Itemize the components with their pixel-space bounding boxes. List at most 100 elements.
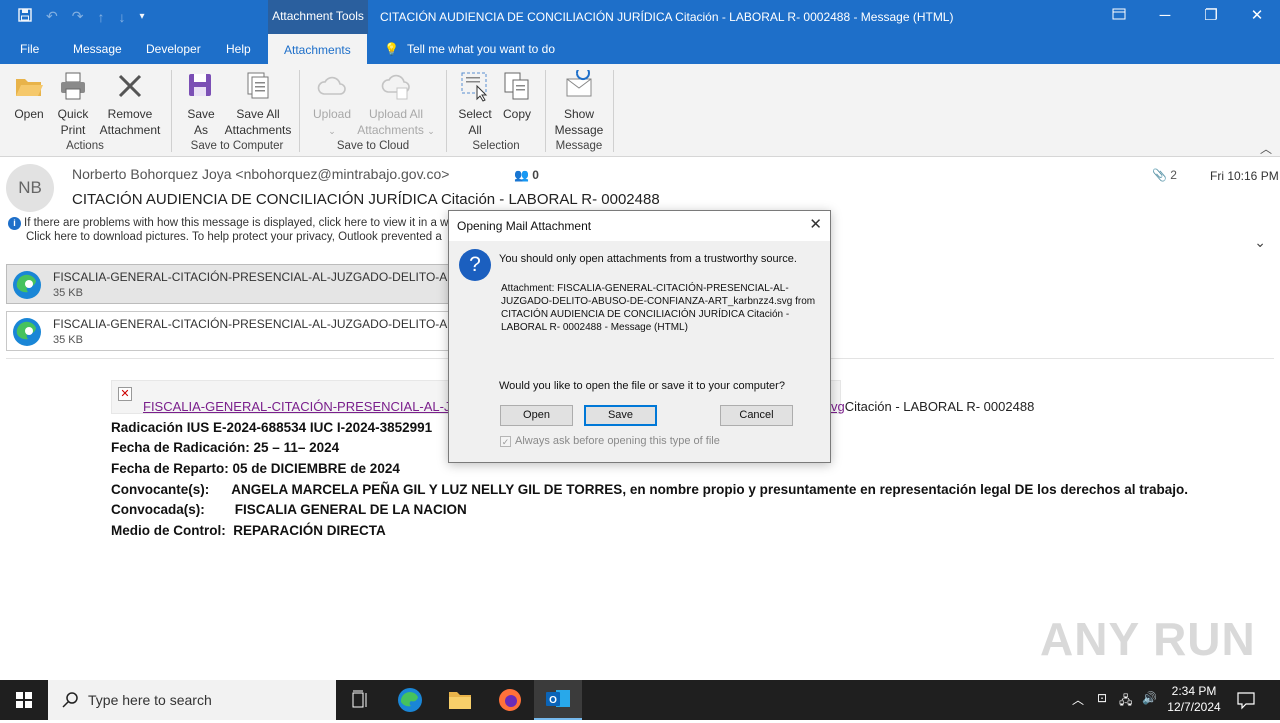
tell-me-box[interactable]: 💡 Tell me what you want to do: [384, 34, 555, 64]
save-as-icon: [189, 74, 211, 96]
notification-icon[interactable]: [1236, 690, 1256, 713]
people-count: 0: [532, 168, 539, 182]
meet-now-icon[interactable]: ⊡: [1097, 691, 1107, 705]
taskbar-firefox[interactable]: [486, 680, 534, 720]
attachment-item[interactable]: FISCALIA-GENERAL-CITACIÓN-PRESENCIAL-AL-…: [6, 264, 456, 304]
task-view-button[interactable]: [336, 680, 384, 720]
body-line-fecha-radicacion: Fecha de Radicación: 25 – 11– 2024: [111, 440, 340, 455]
dialog-attachment-info: Attachment: FISCALIA-GENERAL-CITACIÓN-PR…: [501, 283, 816, 333]
taskbar-outlook[interactable]: O: [534, 680, 582, 720]
windows-icon: [16, 692, 32, 708]
remove-label-2: Attachment: [99, 123, 161, 137]
upload-button[interactable]: Upload ⌄: [310, 70, 354, 139]
open-label: Open: [14, 107, 44, 121]
folder-icon: [449, 692, 471, 709]
attachment-name: FISCALIA-GENERAL-CITACIÓN-PRESENCIAL-AL-…: [53, 317, 453, 331]
open-button[interactable]: Open: [10, 70, 48, 122]
expand-header-icon[interactable]: ⌄: [1254, 234, 1266, 251]
chevron-up-icon[interactable]: ︿: [1072, 691, 1084, 708]
select-all-label-1: Select: [458, 107, 492, 121]
taskbar-search[interactable]: Type here to search: [48, 680, 336, 720]
attachment-item[interactable]: FISCALIA-GENERAL-CITACIÓN-PRESENCIAL-AL-…: [6, 311, 456, 351]
show-message-button[interactable]: Show Message: [554, 70, 604, 138]
always-ask-label: Always ask before opening this type of f…: [515, 435, 720, 447]
clock[interactable]: 2:34 PM 12/7/2024: [1162, 683, 1226, 715]
message-date: Fri 10:16 PM: [1210, 169, 1279, 183]
down-icon[interactable]: ↓: [118, 9, 125, 25]
task-view-icon: [352, 690, 367, 708]
select-all-button[interactable]: Select All: [456, 70, 494, 138]
customize-icon[interactable]: ▾: [139, 11, 144, 22]
save-all-attachments-button[interactable]: Save All Attachments: [222, 70, 294, 138]
group-message-label: Message: [555, 140, 603, 152]
attachment-link[interactable]: FISCALIA-GENERAL-CITACIÓN-PRESENCIAL-AL-…: [143, 399, 450, 414]
copy-button[interactable]: Copy: [499, 70, 535, 122]
taskbar-file-explorer[interactable]: [436, 680, 484, 720]
redo-icon[interactable]: ↷: [72, 8, 84, 25]
upload-all-label-1: Upload All: [368, 107, 424, 121]
printer-icon: [61, 72, 85, 100]
maximize-icon[interactable]: ❐: [1188, 0, 1234, 34]
save-as-label-2: As: [193, 123, 208, 137]
folder-open-icon: [16, 79, 43, 96]
network-icon[interactable]: 🖧: [1119, 691, 1132, 712]
ribbon: Open Quick Print Remove Attachment Actio…: [0, 64, 1280, 157]
chevron-down-icon: ⌄: [328, 126, 336, 136]
group-separator: [613, 70, 614, 152]
remove-attachment-button[interactable]: Remove Attachment: [97, 70, 163, 138]
minimize-icon[interactable]: ─: [1142, 0, 1188, 34]
info-line-2: Click here to download pictures. To help…: [26, 231, 442, 243]
always-ask-checkbox[interactable]: ✓ Always ask before opening this type of …: [500, 435, 720, 447]
tab-attachments[interactable]: Attachments: [268, 34, 367, 64]
link-tail-underlined[interactable]: vg: [831, 399, 845, 414]
undo-icon[interactable]: ↶: [46, 8, 58, 25]
dialog-question: Would you like to open the file or save …: [499, 380, 785, 392]
up-icon[interactable]: ↑: [97, 9, 104, 25]
group-separator: [446, 70, 447, 152]
quick-print-label-1: Quick: [57, 107, 89, 121]
edge-icon: [13, 318, 41, 346]
close-icon[interactable]: ✕: [1234, 0, 1280, 34]
start-button[interactable]: [0, 680, 48, 720]
body-line-convocada: Convocada(s): FISCALIA GENERAL DE LA NAC…: [111, 502, 467, 517]
cloud-upload-all-icon: [381, 74, 410, 100]
people-icon: 👥: [514, 168, 529, 182]
save-icon[interactable]: [18, 8, 32, 25]
save-as-button[interactable]: Save As: [182, 70, 220, 138]
remove-x-icon: [118, 74, 142, 98]
dialog-close-icon[interactable]: ✕: [809, 215, 822, 233]
outlook-icon: O: [546, 690, 570, 707]
show-message-label-2: Message: [554, 123, 604, 137]
save-all-label-1: Save All: [236, 107, 280, 121]
opening-attachment-dialog: Opening Mail Attachment ✕ ? You should o…: [448, 210, 831, 463]
group-separator: [171, 70, 172, 152]
tab-file[interactable]: File: [20, 34, 39, 64]
dialog-open-button[interactable]: Open: [500, 405, 573, 426]
tab-developer[interactable]: Developer: [146, 34, 201, 64]
search-placeholder: Type here to search: [88, 692, 212, 708]
collapse-ribbon-icon[interactable]: ︿: [1260, 140, 1272, 157]
people-indicator[interactable]: 👥 0: [514, 168, 539, 182]
save-all-label-2: Attachments: [224, 123, 292, 137]
info-bar[interactable]: i If there are problems with how this mes…: [8, 216, 448, 244]
dialog-save-button[interactable]: Save: [584, 405, 657, 426]
edge-icon: [398, 688, 422, 712]
title-bar: ↶ ↷ ↑ ↓ ▾ Attachment Tools CITACIÓN AUDI…: [0, 0, 1280, 34]
ribbon-display-icon[interactable]: [1096, 0, 1142, 34]
tab-help[interactable]: Help: [226, 34, 251, 64]
body-line-radicacion: Radicación IUS E-2024-688534 IUC I-2024-…: [111, 420, 433, 435]
info-line-1: If there are problems with how this mess…: [24, 217, 449, 229]
window-controls: ─ ❐ ✕: [1096, 0, 1280, 34]
show-message-icon: [566, 70, 592, 97]
group-actions-label: Actions: [66, 140, 104, 152]
quick-print-button[interactable]: Quick Print: [54, 70, 92, 138]
clock-time: 2:34 PM: [1171, 684, 1217, 698]
tab-message[interactable]: Message: [73, 34, 122, 64]
remove-label-1: Remove: [107, 107, 153, 121]
select-all-icon: [461, 72, 488, 102]
dialog-cancel-button[interactable]: Cancel: [720, 405, 793, 426]
volume-icon[interactable]: 🔊: [1142, 691, 1157, 705]
taskbar-edge[interactable]: [386, 680, 434, 720]
upload-all-attachments-button[interactable]: Upload All Attachments ⌄: [356, 70, 436, 139]
sender[interactable]: Norberto Bohorquez Joya <nbohorquez@mint…: [72, 166, 449, 182]
